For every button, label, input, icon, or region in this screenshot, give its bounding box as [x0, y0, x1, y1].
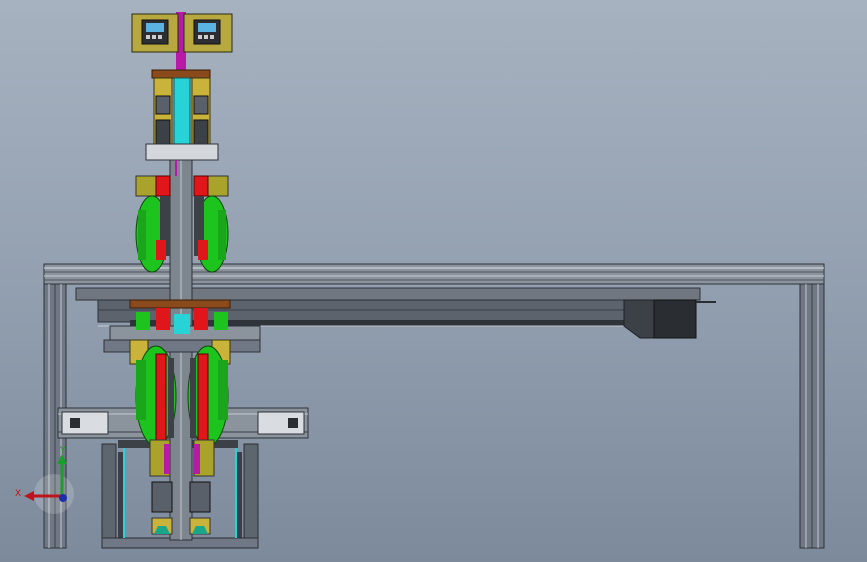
assembly-drawing: X Y [15, 12, 825, 549]
display-right [183, 13, 233, 53]
upper-head [145, 69, 219, 176]
gantry-top-beam [43, 263, 825, 285]
z-axis-dot [59, 494, 67, 502]
gantry-right-leg [799, 283, 825, 549]
cad-viewport[interactable]: X Y [0, 0, 867, 562]
display-left [131, 13, 179, 53]
y-axis-label: Y [59, 446, 66, 456]
servo-motor [623, 299, 716, 339]
x-axis-label: X [15, 489, 21, 499]
